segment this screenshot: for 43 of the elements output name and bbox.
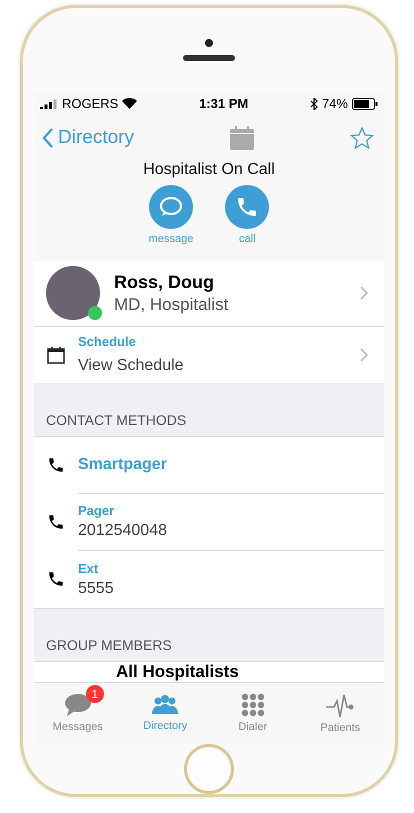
- contact-value[interactable]: 2012540048: [78, 522, 368, 540]
- tab-item[interactable]: Patients: [296, 682, 384, 744]
- contact-value[interactable]: 5555: [78, 580, 368, 598]
- status-time: 1:31 PM: [199, 96, 248, 112]
- battery-percent: 74%: [322, 96, 348, 112]
- phone-icon: [47, 456, 65, 474]
- contact-name: Ross, Doug: [114, 272, 216, 293]
- chevron-right-icon: [360, 286, 368, 300]
- contact-role: MD, Hospitalist: [114, 294, 230, 315]
- keypad-icon: [240, 693, 265, 718]
- contact-title: Hospitalist On Call: [142, 160, 276, 180]
- home-button[interactable]: [184, 744, 234, 794]
- chat-bubble-icon: [64, 693, 92, 718]
- contact-value[interactable]: Smartpager: [78, 456, 368, 474]
- star-icon[interactable]: [350, 126, 374, 150]
- field-label: Schedule: [78, 334, 137, 350]
- schedule-link[interactable]: View Schedule: [78, 357, 360, 376]
- section-header: CONTACT METHODS: [34, 382, 384, 437]
- heartbeat-icon: [325, 692, 356, 718]
- calendar-icon: [46, 344, 66, 365]
- calendar-icon: [229, 124, 255, 151]
- back-link[interactable]: Directory: [42, 126, 134, 149]
- speech-bubble-icon: [158, 196, 183, 218]
- tab-item[interactable]: 1 Messages: [34, 682, 122, 744]
- battery-icon: [352, 98, 378, 110]
- wifi-icon: [122, 98, 138, 110]
- back-chevron-icon: [42, 126, 54, 149]
- field-label: Pager: [78, 503, 116, 518]
- speaker-icon: [183, 55, 235, 62]
- camera-icon: [205, 39, 213, 48]
- tab-item[interactable]: Directory: [122, 682, 209, 744]
- signal-icon: [40, 98, 58, 109]
- phone-icon: [47, 513, 65, 532]
- unread-badge: 1: [86, 685, 104, 704]
- tab-item[interactable]: Dialer: [209, 682, 296, 744]
- chevron-right-icon: [360, 348, 368, 362]
- people-icon: [151, 694, 180, 716]
- section-header: GROUP MEMBERS: [34, 608, 384, 662]
- carrier-name: ROGERS: [62, 96, 118, 112]
- group-member-item[interactable]: All Hospitalists: [34, 662, 384, 682]
- phone-icon: [47, 570, 65, 588]
- bluetooth-icon: [310, 98, 318, 110]
- field-label: Ext: [78, 560, 100, 576]
